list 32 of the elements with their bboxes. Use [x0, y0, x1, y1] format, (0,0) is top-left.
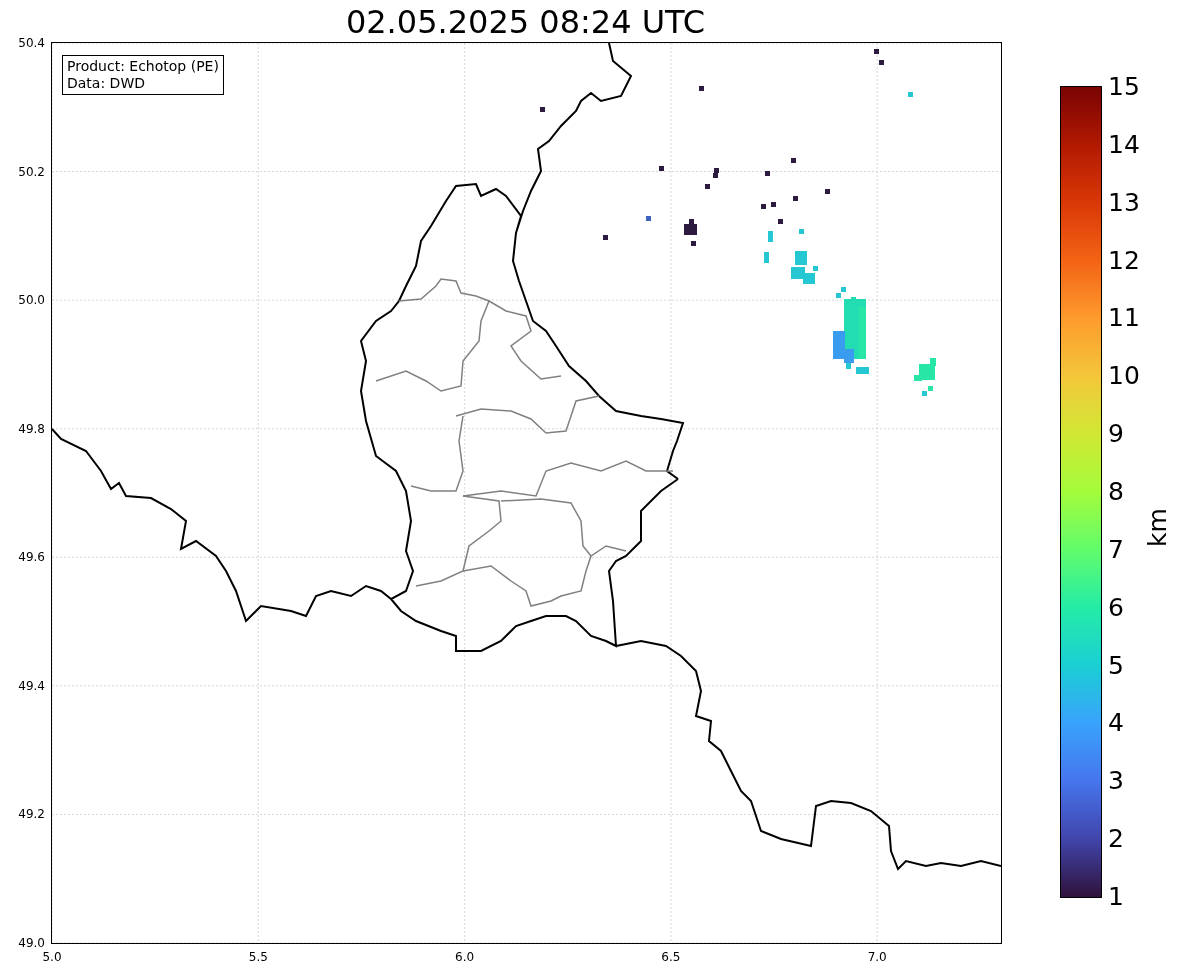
colorbar-tick-label: 4	[1108, 709, 1124, 738]
axis-tick-label: 49.0	[18, 936, 45, 950]
colorbar-tick-label: 1	[1108, 883, 1124, 911]
colorbar-tick-label: 10	[1108, 362, 1140, 391]
colorbar-tick-label: 3	[1108, 767, 1124, 796]
axis-tick-label: 5.0	[42, 950, 62, 964]
axis-tick-label: 50.0	[18, 293, 45, 308]
axis-tick-label: 6.0	[455, 950, 475, 964]
axis-tick-label: 5.5	[248, 950, 268, 964]
colorbar-tick-label: 15	[1108, 73, 1140, 101]
axis-tick-label: 49.8	[18, 421, 45, 436]
plot-title: 02.05.2025 08:24 UTC	[344, 4, 707, 40]
axis-tick-label: 6.5	[661, 950, 681, 964]
colorbar-tick-label: 11	[1108, 304, 1140, 333]
colorbar-label: km	[1142, 507, 1172, 547]
colorbar-tick-label: 2	[1108, 825, 1124, 854]
axis-tick-label: 7.0	[867, 950, 887, 964]
colorbar-tick-label: 14	[1108, 130, 1140, 159]
colorbar-tick-label: 8	[1108, 478, 1124, 506]
axis-tick-label: 50.2	[18, 164, 45, 179]
colorbar-tick-label: 5	[1108, 651, 1124, 680]
colorbar-tick-label: 13	[1108, 188, 1140, 217]
axis-tick-label: 50.4	[18, 36, 45, 50]
axis-tick-label: 49.4	[18, 678, 45, 693]
colorbar-tick-label: 12	[1108, 246, 1140, 275]
colorbar-tick-label: 7	[1108, 535, 1124, 564]
colorbar-tick-label: 6	[1108, 593, 1124, 622]
axis-tick-label: 49.2	[18, 807, 45, 822]
axis-tick-label: 49.6	[18, 550, 45, 565]
colorbar-tick-label: 9	[1108, 420, 1124, 449]
info-text: Product: Echotop (PE)	[67, 58, 219, 75]
info-text: Data: DWD	[67, 75, 146, 92]
